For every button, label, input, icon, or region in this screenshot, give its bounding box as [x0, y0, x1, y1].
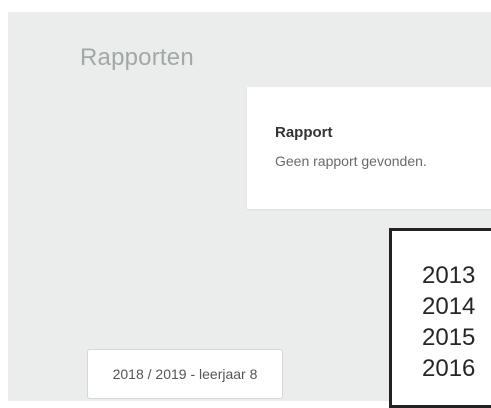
year-option-2016[interactable]: 2016	[422, 357, 475, 381]
page-title: Rapporten	[80, 44, 194, 71]
year-dropdown-list[interactable]: 2013 2014 2015 2016	[389, 228, 491, 408]
year-option-2014[interactable]: 2014	[422, 295, 475, 319]
school-year-select[interactable]: 2018 / 2019 - leerjaar 8	[87, 349, 283, 399]
report-empty-message: Geen rapport gevonden.	[275, 153, 427, 169]
report-card	[247, 87, 491, 209]
year-option-2015[interactable]: 2015	[422, 326, 475, 350]
year-option-2013[interactable]: 2013	[422, 264, 475, 288]
report-heading: Rapport	[275, 124, 333, 141]
